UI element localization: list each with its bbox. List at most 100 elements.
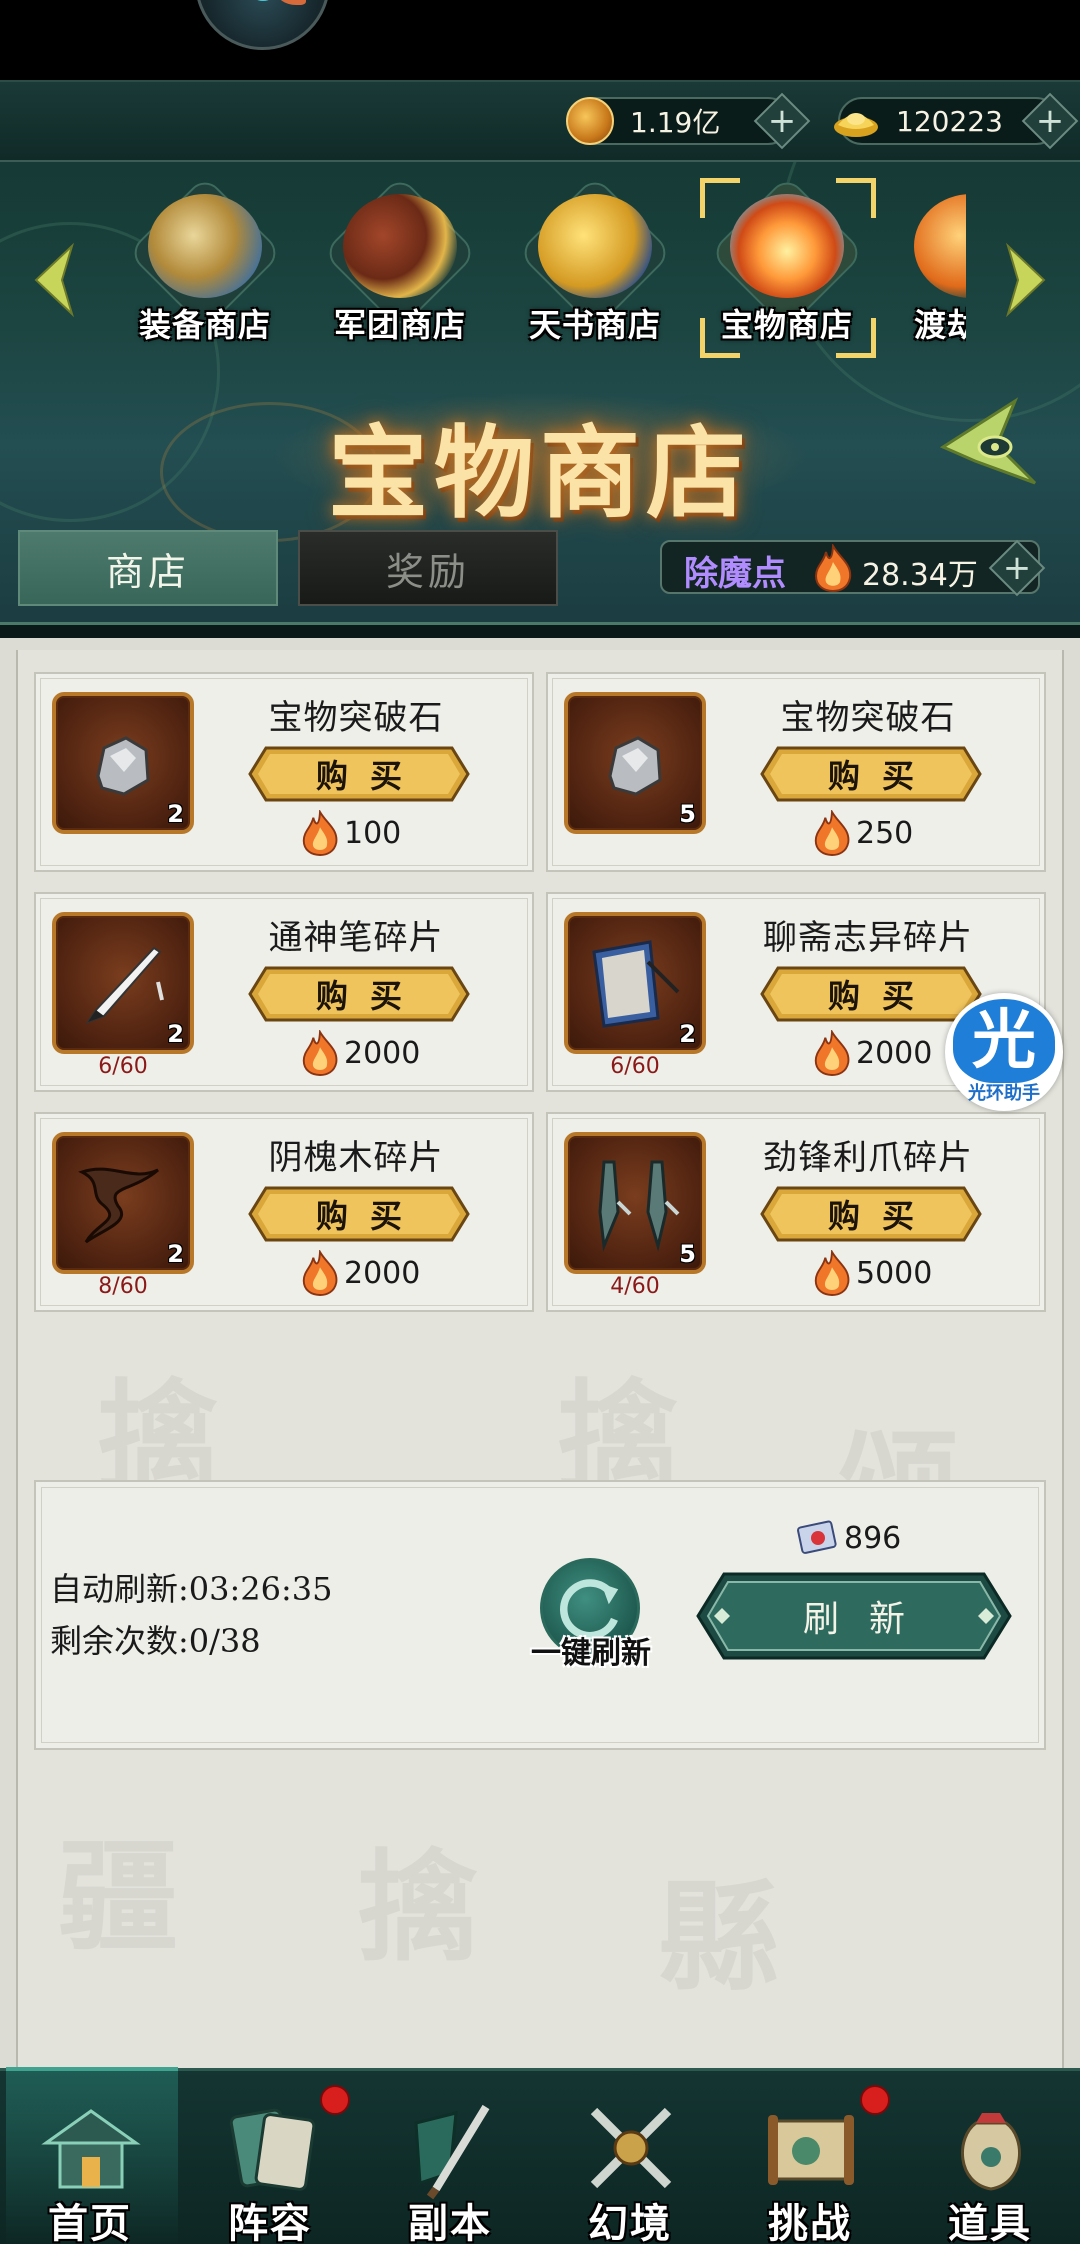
brush-icon[interactable]: 2	[52, 912, 194, 1054]
nav-label: 首页	[48, 2200, 132, 2244]
nav-dungeon[interactable]: 副本	[360, 2071, 540, 2244]
notification-dot	[320, 2085, 350, 2115]
price-value: 2000	[344, 1255, 421, 1291]
buy-button[interactable]: 购买	[248, 746, 470, 802]
nav-lineup[interactable]: 阵容	[180, 2071, 360, 2244]
scroll-gold-icon	[343, 194, 457, 298]
flame-icon	[814, 810, 850, 856]
buy-button[interactable]: 购买	[760, 1186, 982, 1242]
gold-currency: 120223 +	[834, 92, 1079, 150]
price-value: 2000	[856, 1035, 933, 1071]
gold-ingot-icon	[832, 97, 880, 145]
tab-equipment-shop[interactable]: 装备商店	[120, 175, 290, 352]
item-name: 劲锋利爪碎片	[763, 1138, 973, 1178]
buy-label: 购买	[315, 1197, 424, 1235]
refresh-button[interactable]: 刷新	[696, 1572, 1012, 1660]
refresh-cycle-icon	[540, 1558, 640, 1658]
item-price: 2000	[810, 1030, 932, 1076]
crossed-swords-icon	[576, 2093, 686, 2203]
refresh-panel: 自动刷新:03:26:35 剩余次数:0/38 一键刷新 896 刷新	[34, 1480, 1046, 1750]
item-name: 宝物突破石	[780, 698, 956, 738]
one-click-refresh-button[interactable]: 一键刷新	[516, 1558, 666, 1688]
ticket-count: 896	[844, 1520, 902, 1556]
status-strip	[0, 0, 1080, 80]
tab-tribulation-shop[interactable]: 渡劫	[900, 182, 966, 352]
shop-item-card: 2 宝物突破石 购买 100	[34, 672, 534, 872]
nav-items[interactable]: 道具	[900, 2071, 1080, 2244]
auto-refresh-timer: 自动刷新:03:26:35	[50, 1570, 333, 1608]
stone-icon[interactable]: 2	[52, 692, 194, 834]
nav-home[interactable]: 首页	[0, 2067, 180, 2244]
header-divider	[0, 622, 1080, 638]
buy-button[interactable]: 购买	[248, 966, 470, 1022]
buy-label: 购买	[827, 757, 936, 795]
points-label: 除魔点	[684, 554, 786, 594]
nav-label: 阵容	[228, 2200, 312, 2244]
nav-illusion[interactable]: 幻境	[540, 2071, 720, 2244]
mascot-crest-icon	[276, 0, 306, 5]
gourd-bag-icon	[936, 2093, 1046, 2203]
item-price: 2000	[298, 1030, 420, 1076]
fragment-progress: 8/60	[98, 1274, 148, 1299]
helper-label: 光环助手	[968, 1083, 1040, 1104]
price-value: 2000	[344, 1035, 421, 1071]
tab-legion-shop[interactable]: 军团商店	[315, 175, 485, 352]
item-quantity: 5	[679, 800, 696, 828]
buy-button[interactable]: 购买	[760, 746, 982, 802]
flame-icon	[810, 542, 856, 593]
warrior-cards-icon	[216, 2093, 326, 2203]
item-quantity: 2	[167, 800, 184, 828]
refresh-ticket: 896	[796, 1518, 901, 1558]
buy-label: 购买	[315, 757, 424, 795]
stone-icon[interactable]: 5	[564, 692, 706, 834]
helmet-icon	[148, 194, 262, 298]
add-points-button[interactable]: +	[988, 539, 1046, 597]
buy-button[interactable]: 购买	[760, 966, 982, 1022]
fragment-progress: 4/60	[610, 1274, 660, 1299]
tabs-left-arrow-icon[interactable]	[28, 240, 78, 320]
tab-treasure-shop[interactable]: 宝物商店	[700, 175, 876, 358]
fragment-progress: 6/60	[610, 1054, 660, 1079]
claw-icon[interactable]: 5	[564, 1132, 706, 1274]
eye-emblem-icon[interactable]	[935, 387, 1045, 497]
refresh-button-label: 刷新	[802, 1599, 935, 1640]
helper-floating-button[interactable]: 光 光环助手	[945, 993, 1063, 1111]
demon-points: 除魔点 28.34万 +	[660, 539, 1046, 597]
nav-label: 挑战	[768, 2200, 852, 2244]
item-name: 宝物突破石	[268, 698, 444, 738]
flame-icon	[302, 1030, 338, 1076]
nav-challenge[interactable]: 挑战	[720, 2071, 900, 2244]
tabs-right-arrow-icon[interactable]	[1002, 240, 1052, 320]
points-value: 28.34万	[862, 558, 978, 593]
add-silver-button[interactable]: +	[753, 92, 811, 150]
shop-item-card: 2 6/60 通神笔碎片 购买 2000	[34, 892, 534, 1092]
tab-shop[interactable]: 商店	[18, 530, 278, 606]
item-quantity: 2	[679, 1020, 696, 1048]
nav-label: 副本	[408, 2200, 492, 2244]
nav-label: 道具	[948, 2200, 1032, 2244]
notification-dot	[860, 2085, 890, 2115]
flame-icon	[814, 1250, 850, 1296]
buy-button[interactable]: 购买	[248, 1186, 470, 1242]
tab-label: 装备商店	[138, 306, 271, 344]
tab-reward[interactable]: 奖励	[298, 530, 558, 606]
wood-icon[interactable]: 2	[52, 1132, 194, 1274]
buy-label: 购买	[827, 977, 936, 1015]
item-quantity: 5	[679, 1240, 696, 1268]
nav-label: 幻境	[588, 2200, 672, 2244]
add-gold-button[interactable]: +	[1021, 92, 1079, 150]
flame-icon	[302, 810, 338, 856]
item-quantity: 2	[167, 1240, 184, 1268]
item-price: 2000	[298, 1250, 420, 1296]
tab-heavenbook-shop[interactable]: 天书商店	[510, 175, 680, 352]
shop-header: 装备商店 军团商店 天书商店 宝物商店 渡劫 宝物商店 商店 奖励 除魔点 28…	[0, 162, 1080, 632]
book-icon[interactable]: 2	[564, 912, 706, 1054]
one-click-refresh-label: 一键刷新	[531, 1636, 651, 1671]
shop-item-card: 2 8/60 阴槐木碎片 购买 2000	[34, 1112, 534, 1312]
price-value: 100	[344, 815, 402, 851]
mascot-eye-icon	[250, 0, 276, 1]
golden-dragon-icon	[538, 194, 652, 298]
item-price: 100	[298, 810, 401, 856]
item-name: 通神笔碎片	[268, 918, 444, 958]
tab-label: 天书商店	[528, 306, 661, 344]
